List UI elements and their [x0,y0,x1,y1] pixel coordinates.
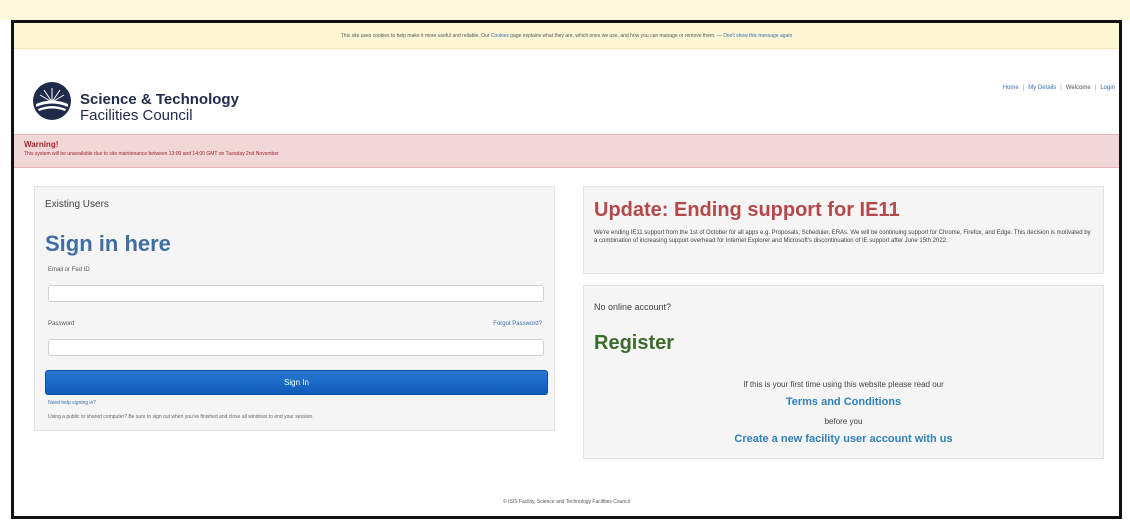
register-before-text: before you [824,417,863,426]
email-label: Email or Fed ID [48,267,90,273]
nav-welcome-text: Welcome [1065,85,1091,91]
sign-in-button[interactable]: Sign In [45,370,548,395]
ie11-update-panel: Update: Ending support for IE11 We're en… [583,186,1104,274]
nav-separator: | [1022,85,1025,91]
terms-conditions-link[interactable]: Terms and Conditions [584,396,1103,408]
nav-separator: | [1094,85,1097,91]
sign-in-title: Sign in here [45,231,171,256]
register-panel: No online account? Register If this is y… [583,285,1104,459]
register-intro-text: If this is your first time using this we… [743,380,944,389]
page-footer: © ISIS Facility, Science and Technology … [503,499,630,505]
nav-my-details-link[interactable]: My Details [1028,85,1056,91]
nav-separator: | [1060,85,1062,91]
forgot-password-link[interactable]: Forgot Password? [493,321,542,327]
brand-line-1: Science & Technology [80,91,239,108]
nav-login-link[interactable]: Login [1100,85,1115,91]
brand-line-2: Facilities Council [80,107,193,124]
warning-text: This system will be unavailable due to s… [24,151,279,157]
existing-users-heading: Existing Users [45,199,109,210]
screenshot-frame: This site uses cookies to help make it m… [0,0,1130,525]
password-input[interactable] [48,339,544,356]
update-text: We're ending IE11 support from the 1st o… [594,230,1091,244]
dismiss-cookie-link[interactable]: Don't show this message again [723,33,792,39]
register-title: Register [594,332,675,354]
create-account-link[interactable]: Create a new facility user account with … [584,433,1103,445]
help-signing-in-link[interactable]: Need help signing in? [48,400,96,406]
cookie-text-before: This site uses cookies to help make it m… [340,33,490,39]
browser-page: This site uses cookies to help make it m… [11,20,1122,519]
public-computer-note: Using a public or shared computer? Be su… [48,414,314,420]
maintenance-warning: Warning! This system will be unavailable… [14,134,1119,168]
brand-name[interactable]: Science & Technology Facilities Council [80,92,239,124]
warning-title: Warning! [24,140,59,149]
cookies-link[interactable]: Cookies [491,33,509,39]
password-label: Password [48,321,75,327]
nav-home-link[interactable]: Home [1003,85,1019,91]
email-input[interactable] [48,285,544,302]
login-panel: Existing Users Sign in here Email or Fed… [34,186,555,431]
top-navigation: Home | My Details | Welcome | Login [1003,85,1115,91]
cookie-text-after: page explains what they are, which ones … [510,33,722,39]
stfc-sun-logo-icon[interactable] [32,81,72,121]
update-title: Update: Ending support for IE11 [594,199,900,221]
no-account-heading: No online account? [594,302,672,312]
cookie-banner: This site uses cookies to help make it m… [14,23,1119,49]
frame-top-strip [0,0,1130,20]
